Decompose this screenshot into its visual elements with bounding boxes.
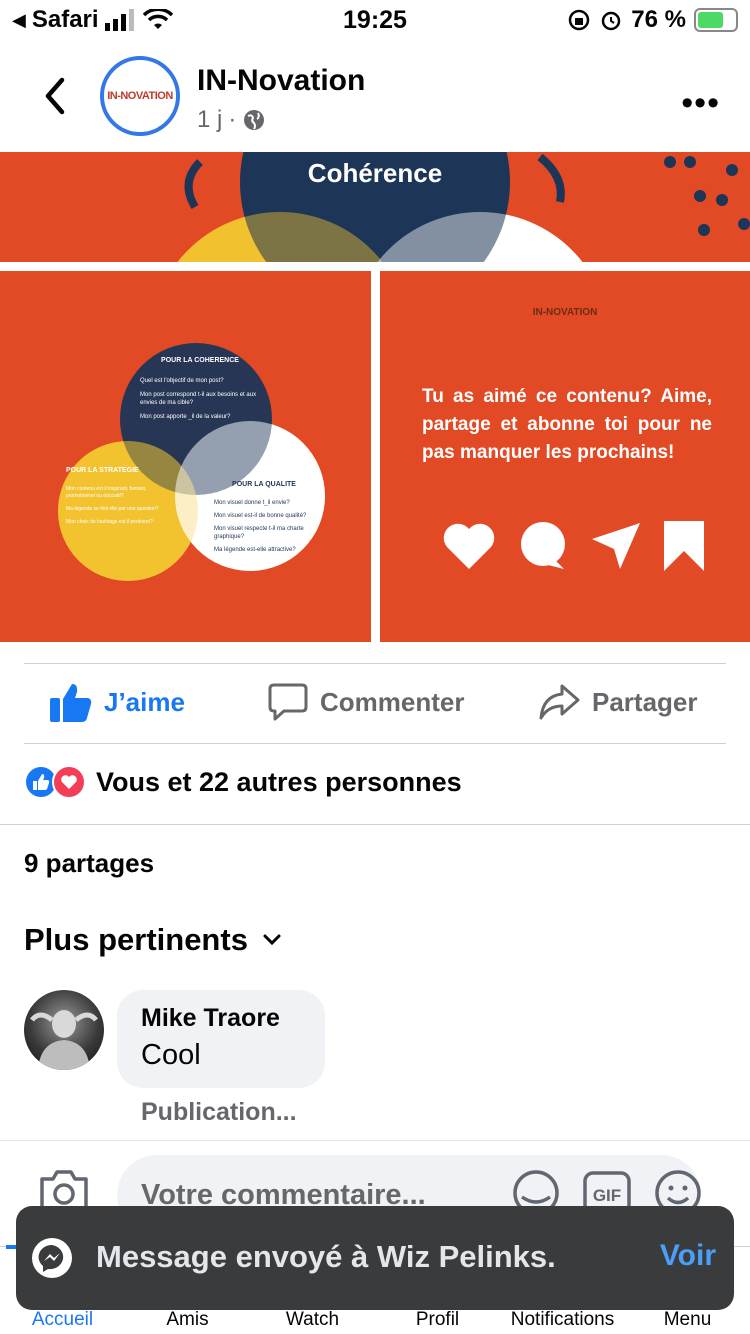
tab-watch[interactable]: Watch	[250, 1309, 375, 1331]
comment-status: Publication...	[141, 1098, 297, 1126]
comment-label: Commenter	[320, 686, 465, 717]
venn-strategie-title: POUR LA STRATEGIE	[66, 467, 139, 474]
rotation-lock-icon	[569, 9, 590, 31]
top-image-title: Cohérence	[307, 158, 443, 188]
post-image-venn[interactable]: POUR LA COHERENCE Quel est l'objectif de…	[0, 271, 371, 642]
page-name[interactable]: IN-Novation	[197, 64, 365, 98]
post-image-cta[interactable]: IN-NOVATION Tu as aimé ce contenu? Aime,…	[380, 271, 750, 642]
speech-bubble-icon	[521, 522, 565, 569]
commenter-avatar[interactable]	[24, 990, 104, 1070]
globe-icon	[244, 110, 265, 130]
sort-label: Plus pertinents	[24, 922, 248, 957]
post-actions: J’aime Commenter Partager	[0, 664, 750, 744]
venn-strategie-line: Mon contenu est il inspirant, fumant, pr…	[66, 486, 147, 499]
venn-qualite-block: POUR LA QUALITE Mon visuel donne t_il en…	[214, 481, 314, 554]
venn-coherence-line: Quel est l'objectif de mon post?	[140, 378, 224, 384]
status-right: 76 %	[567, 6, 738, 34]
messenger-icon	[32, 1238, 72, 1278]
toast-view-button[interactable]: Voir	[660, 1239, 716, 1273]
comment-text: Cool	[141, 1039, 201, 1071]
comment-icon	[268, 683, 308, 721]
toast-message: Message envoyé à Wiz Pelinks.	[96, 1239, 556, 1274]
reactions-summary[interactable]: Vous et 22 autres personnes	[24, 765, 462, 799]
venn-coherence-block: POUR LA COHERENCE Quel est l'objectif de…	[140, 357, 260, 421]
avatar-logo-text: IN-NOVATION	[107, 90, 173, 102]
venn-coherence-line: Mon post correspond t-il aux besoins et …	[140, 392, 257, 406]
comment-author[interactable]: Mike Traore	[141, 1004, 301, 1033]
venn-qualite-line: Mon visuel est-il de bonne qualité?	[214, 513, 307, 519]
meta-separator: ·	[228, 106, 237, 133]
share-icon	[539, 684, 580, 720]
cta-text: Tu as aimé ce contenu? Aime, partage et …	[422, 386, 712, 463]
share-button[interactable]: Partager	[538, 682, 698, 722]
divider-bottom	[24, 743, 726, 744]
love-reaction-icon	[52, 765, 86, 799]
cta-icons	[442, 521, 704, 571]
tab-profile[interactable]: Profil	[375, 1309, 500, 1331]
shares-count[interactable]: 9 partages	[24, 848, 154, 879]
venn-strategie-line: Mon choix de hashtags est il pertinent?	[66, 519, 153, 525]
venn-qualite-line: Mon visuel donne t_il envie?	[214, 500, 290, 506]
tab-home[interactable]: Accueil	[0, 1309, 125, 1331]
comment-sort-dropdown[interactable]: Plus pertinents	[24, 922, 282, 958]
battery-percent: 76 %	[631, 6, 686, 33]
like-button[interactable]: J’aime	[50, 682, 185, 722]
alarm-icon	[602, 11, 621, 31]
send-icon	[592, 523, 640, 569]
back-chevron-icon[interactable]	[40, 76, 70, 116]
venn-diagram	[58, 343, 325, 581]
like-label: J’aime	[104, 686, 185, 717]
page-avatar[interactable]: IN-NOVATION	[100, 56, 180, 136]
venn-strategie-block: POUR LA STRATEGIE Mon contenu est il ins…	[66, 467, 166, 526]
heart-icon	[443, 523, 495, 569]
venn-coherence-line: Mon post apporte _il de la valeur?	[140, 414, 231, 420]
message-sent-toast: Message envoyé à Wiz Pelinks. Voir	[16, 1206, 734, 1310]
battery-icon	[694, 8, 738, 32]
comment-bubble[interactable]: Mike Traore Cool	[117, 990, 325, 1088]
comment-button[interactable]: Commenter	[268, 682, 464, 722]
cta-logo: IN-NOVATION	[532, 307, 598, 318]
chevron-down-icon	[263, 934, 281, 946]
tab-notifications[interactable]: Notifications	[500, 1309, 625, 1331]
section-divider	[0, 824, 750, 825]
post-meta: 1 j ·	[197, 106, 266, 134]
svg-text:GIF: GIF	[593, 1186, 621, 1205]
thumbs-up-icon	[50, 684, 92, 722]
reactions-text: Vous et 22 autres personnes	[96, 766, 462, 797]
tab-friends[interactable]: Amis	[125, 1309, 250, 1331]
more-options-icon[interactable]: •••	[681, 84, 720, 123]
bookmark-icon	[664, 521, 704, 571]
status-bar: ◀ Safari 19:25 76 %	[0, 0, 750, 40]
post-time[interactable]: 1 j	[197, 106, 222, 134]
venn-qualite-line: Mon visuel respecte t-il ma charte graph…	[214, 526, 304, 540]
share-label: Partager	[592, 686, 698, 717]
tab-menu[interactable]: Menu	[625, 1309, 750, 1331]
venn-strategie-line: Ma légende se finit elle par une questio…	[66, 506, 159, 512]
person-silhouette-icon	[30, 1010, 98, 1070]
venn-qualite-line: Ma légende est-elle attractive?	[214, 547, 296, 553]
post-header: IN-NOVATION IN-Novation 1 j · •••	[0, 48, 750, 148]
venn-coherence-title: POUR LA COHERENCE	[161, 357, 239, 364]
venn-qualite-title: POUR LA QUALITE	[232, 481, 296, 488]
post-image-top[interactable]: Cohérence	[0, 152, 750, 262]
